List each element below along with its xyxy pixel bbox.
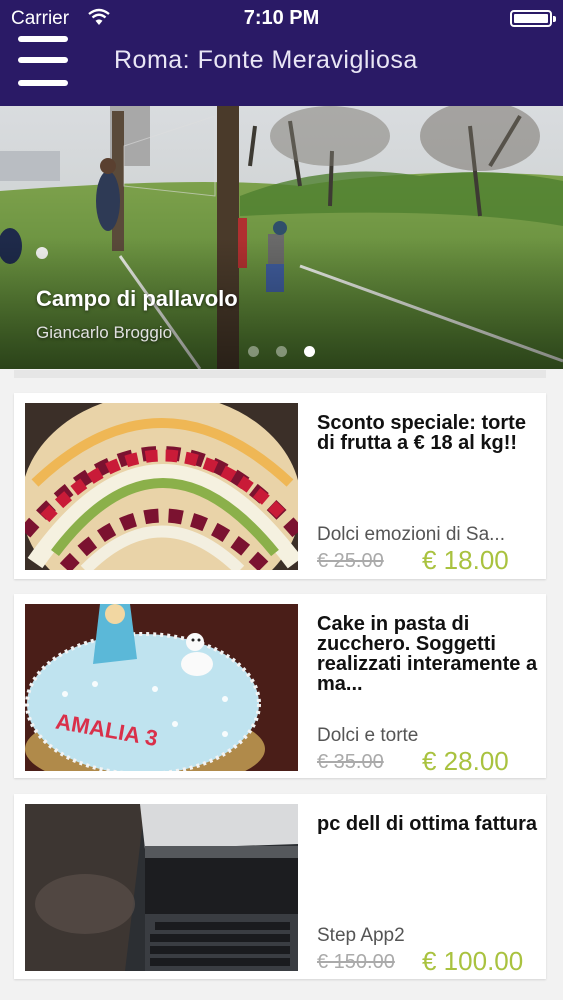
item-title: Cake in pasta di zucchero. Soggetti real… (317, 613, 538, 695)
item-title: Sconto speciale: torte di frutta a € 18 … (317, 412, 526, 454)
status-bar: Carrier 7:10 PM (0, 0, 563, 36)
item-seller: Dolci emozioni di Sa... (317, 524, 505, 545)
top-bar: Carrier 7:10 PM Roma: Fonte Meravigliosa (0, 0, 563, 106)
item-old-price: € 35.00 (317, 751, 384, 773)
section-divider (14, 370, 546, 378)
list-item[interactable]: pc dell di ottima fattura Step App2 € 15… (14, 794, 546, 979)
page-dot[interactable] (276, 346, 287, 357)
page-dot-active[interactable] (304, 346, 315, 357)
hero-title: Campo di pallavolo (36, 286, 238, 311)
item-seller: Step App2 (317, 925, 405, 946)
item-price: € 100.00 (422, 946, 524, 976)
item-price: € 28.00 (422, 746, 509, 776)
item-old-price: € 25.00 (317, 550, 384, 572)
item-price: € 18.00 (422, 545, 509, 575)
battery-icon (510, 10, 556, 27)
item-image: AMALIA 3 (25, 604, 298, 771)
item-old-price: € 150.00 (317, 951, 395, 973)
page-title: Roma: Fonte Meravigliosa (114, 46, 418, 74)
hero-author: Giancarlo Broggio (36, 323, 173, 342)
item-image (25, 804, 298, 971)
status-time: 7:10 PM (243, 7, 320, 29)
hero-carousel[interactable]: Campo di pallavolo Giancarlo Broggio (0, 106, 563, 369)
list-item[interactable]: AMALIA 3 Cake in pasta di zucchero. Sogg… (14, 594, 546, 778)
hamburger-menu-icon[interactable] (18, 36, 68, 88)
item-image (25, 403, 298, 570)
item-title: pc dell di ottima fattura (317, 813, 538, 835)
item-seller: Dolci e torte (317, 725, 419, 746)
page-dot[interactable] (248, 346, 259, 357)
list-item[interactable]: Sconto speciale: torte di frutta a € 18 … (14, 393, 546, 579)
